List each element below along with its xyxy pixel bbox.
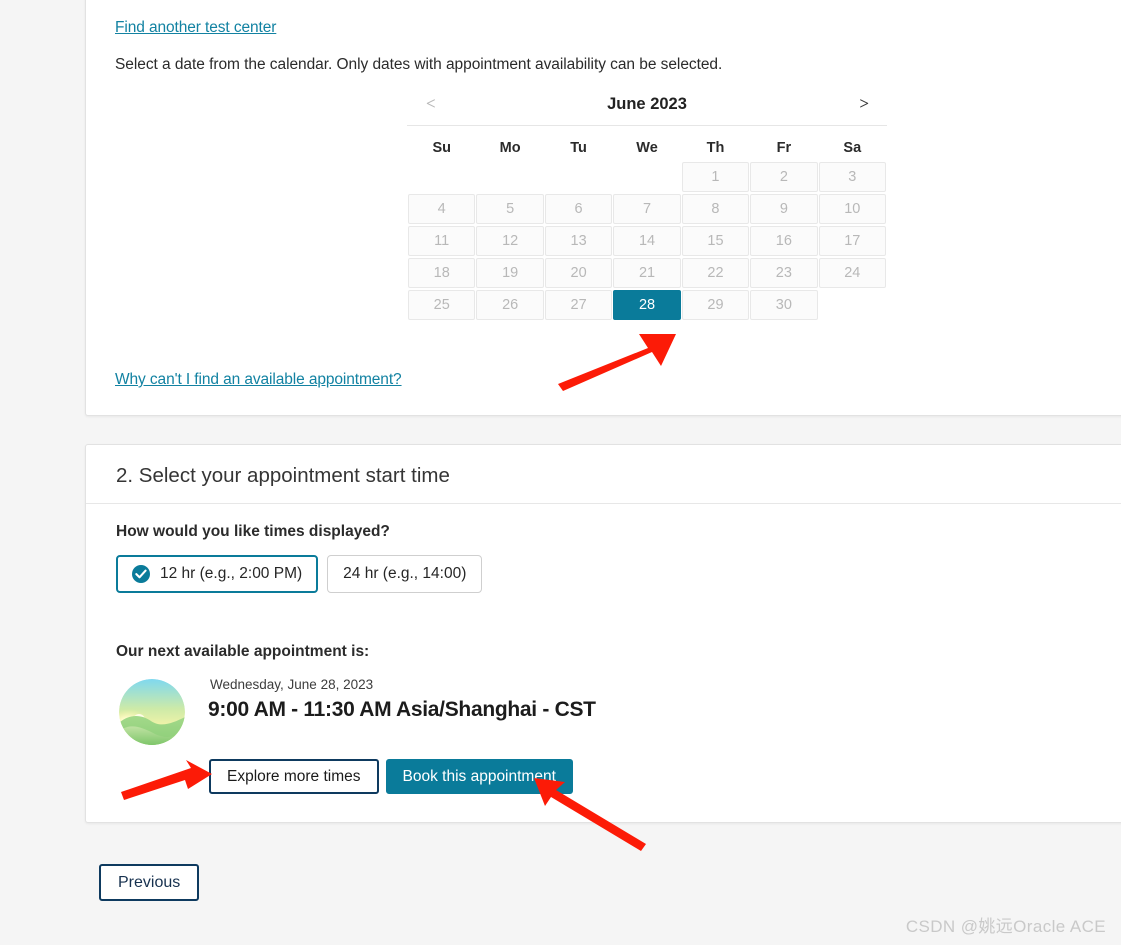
calendar-day-empty: [545, 162, 612, 192]
calendar-grid: Su Mo Tu We Th Fr Sa 1 2 3 4 5 6 7 8 9 10 11 12 13 14 15 16 17…: [407, 133, 887, 322]
appointment-actions: Explore more times Book this appointment: [209, 759, 573, 794]
calendar-week-row: 25 26 27 28 29 30: [408, 290, 886, 320]
calendar-day-6: 6: [544, 194, 613, 224]
calendar-week-row: 11 12 13 14 15 16 17: [408, 226, 886, 256]
why-no-appointment-link[interactable]: Why can't I find an available appointmen…: [115, 371, 402, 389]
calendar-day-12: 12: [476, 226, 544, 256]
calendar-day-3: 3: [818, 162, 886, 192]
calendar-day-14: 14: [613, 226, 681, 256]
calendar-prev-month-button[interactable]: <: [420, 92, 442, 116]
calendar-month-title: June 2023: [607, 95, 687, 113]
section-divider: [86, 503, 1121, 504]
calendar-instructions: Select a date from the calendar. Only da…: [115, 56, 723, 73]
date-picker-calendar: < June 2023 > Su Mo Tu We Th Fr Sa 1 2 3 4 5 6 7 8 9 10…: [407, 90, 887, 322]
calendar-week-row: 123: [408, 162, 886, 192]
time-format-option-12hr[interactable]: 12 hr (e.g., 2:00 PM): [116, 555, 319, 593]
calendar-day-18: 18: [408, 258, 476, 288]
time-format-option-24hr-label: 24 hr (e.g., 14:00): [343, 565, 467, 582]
calendar-day-25: 25: [408, 290, 476, 320]
calendar-day-17: 17: [818, 226, 886, 256]
appointment-date: Wednesday, June 28, 2023: [210, 677, 374, 692]
calendar-weekday-th: Th: [706, 139, 725, 156]
calendar-day-8: 8: [681, 194, 750, 224]
calendar-weekday-we: We: [636, 139, 658, 156]
calendar-weekday-fr: Fr: [776, 139, 792, 156]
calendar-day-23: 23: [750, 258, 818, 288]
calendar-day-11: 11: [408, 226, 476, 256]
calendar-day-empty: [408, 162, 475, 192]
time-format-question: How would you like times displayed?: [116, 523, 390, 540]
calendar-next-month-button[interactable]: >: [853, 92, 875, 116]
calendar-day-empty: [613, 162, 680, 192]
calendar-weekday-mo: Mo: [499, 139, 521, 156]
calendar-day-empty: [819, 290, 886, 320]
check-circle-icon: [132, 565, 150, 583]
calendar-day-21: 21: [613, 258, 681, 288]
calendar-day-20: 20: [544, 258, 613, 288]
calendar-day-rows: 1 2 3 4 5 6 7 8 9 10 11 12 13 14 15 16 17 18 19 20 21 22 23 24 2…: [408, 162, 886, 320]
calendar-day-16: 16: [750, 226, 818, 256]
calendar-weekday-su: Su: [432, 139, 451, 156]
find-another-test-center-link[interactable]: Find another test center: [115, 19, 276, 37]
calendar-day-24: 24: [818, 258, 886, 288]
calendar-day-4: 4: [408, 194, 476, 224]
book-this-appointment-button[interactable]: Book this appointment: [385, 759, 573, 794]
explore-more-times-button[interactable]: Explore more times: [209, 759, 379, 794]
calendar-day-empty: [476, 162, 543, 192]
calendar-day-27: 27: [544, 290, 613, 320]
calendar-week-row: 18 19 20 21 22 23 24: [408, 258, 886, 288]
select-date-card: Find another test center Select a date f…: [85, 0, 1121, 416]
calendar-weekday-sa: Sa: [843, 139, 862, 156]
calendar-day-28[interactable]: 28: [613, 290, 681, 320]
time-format-option-24hr[interactable]: 24 hr (e.g., 14:00): [327, 555, 483, 593]
calendar-week-row: 4 5 6 7 8 9 10: [408, 194, 886, 224]
select-time-card: 2. Select your appointment start time Ho…: [85, 444, 1121, 823]
time-format-option-12hr-label: 12 hr (e.g., 2:00 PM): [160, 565, 303, 582]
calendar-day-29: 29: [681, 290, 750, 320]
page-root: Find another test center Select a date f…: [0, 0, 1121, 945]
calendar-weekday-tu: Tu: [570, 139, 587, 156]
csdn-watermark: CSDN @姚远Oracle ACE: [905, 917, 1106, 936]
calendar-day-1: 1: [681, 162, 750, 192]
time-format-toggle-group: 12 hr (e.g., 2:00 PM) 24 hr (e.g., 14:00…: [116, 555, 483, 593]
calendar-day-2: 2: [750, 162, 818, 192]
calendar-day-15: 15: [681, 226, 750, 256]
calendar-day-19: 19: [476, 258, 544, 288]
calendar-day-13: 13: [544, 226, 613, 256]
calendar-day-7: 7: [613, 194, 681, 224]
calendar-day-22: 22: [681, 258, 750, 288]
calendar-day-5: 5: [476, 194, 544, 224]
sunrise-icon: [119, 679, 185, 745]
calendar-header: < June 2023 >: [407, 90, 887, 126]
calendar-day-30: 30: [750, 290, 818, 320]
calendar-day-9: 9: [750, 194, 818, 224]
section-two-title: 2. Select your appointment start time: [116, 464, 450, 487]
calendar-weekday-row: Su Mo Tu We Th Fr Sa: [408, 135, 886, 160]
appointment-time: 9:00 AM - 11:30 AM Asia/Shanghai - CST: [208, 698, 596, 721]
calendar-day-10: 10: [818, 194, 886, 224]
previous-button[interactable]: Previous: [99, 864, 200, 901]
next-available-label: Our next available appointment is:: [116, 643, 370, 660]
calendar-day-26: 26: [476, 290, 544, 320]
